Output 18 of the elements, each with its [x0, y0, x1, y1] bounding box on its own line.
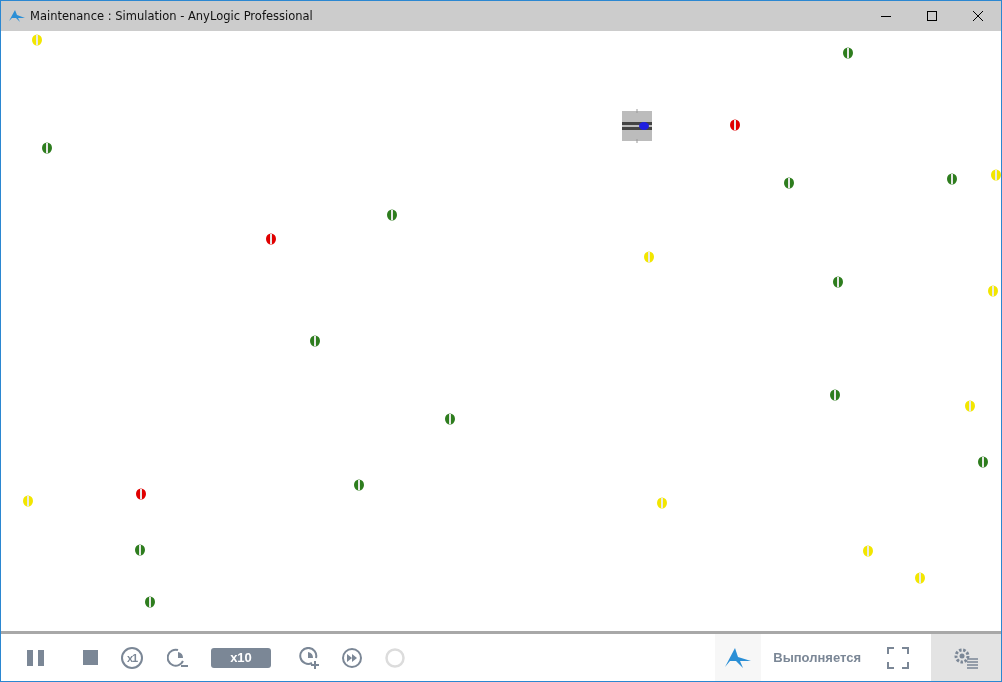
window-title: Maintenance : Simulation - AnyLogic Professional: [30, 9, 313, 23]
app-logo-icon: [8, 9, 26, 23]
progress-ring-icon: [385, 647, 405, 668]
pause-icon: [27, 649, 45, 666]
machine-icon: [621, 109, 653, 143]
maximize-icon: [926, 10, 938, 22]
fullscreen-icon: [887, 646, 909, 669]
realtime-button[interactable]: x1: [121, 646, 143, 669]
settings-button[interactable]: [931, 634, 1001, 681]
fast-forward-icon: [341, 646, 363, 669]
close-icon: [972, 10, 984, 22]
clock-minus-icon: [167, 646, 189, 669]
settings-icon: [953, 646, 979, 669]
clock-plus-icon: [297, 646, 319, 669]
stop-icon: [83, 649, 99, 666]
speed-indicator: x10: [211, 647, 271, 668]
app-logo-button[interactable]: [715, 634, 762, 681]
status-text: Выполняется: [773, 650, 861, 665]
